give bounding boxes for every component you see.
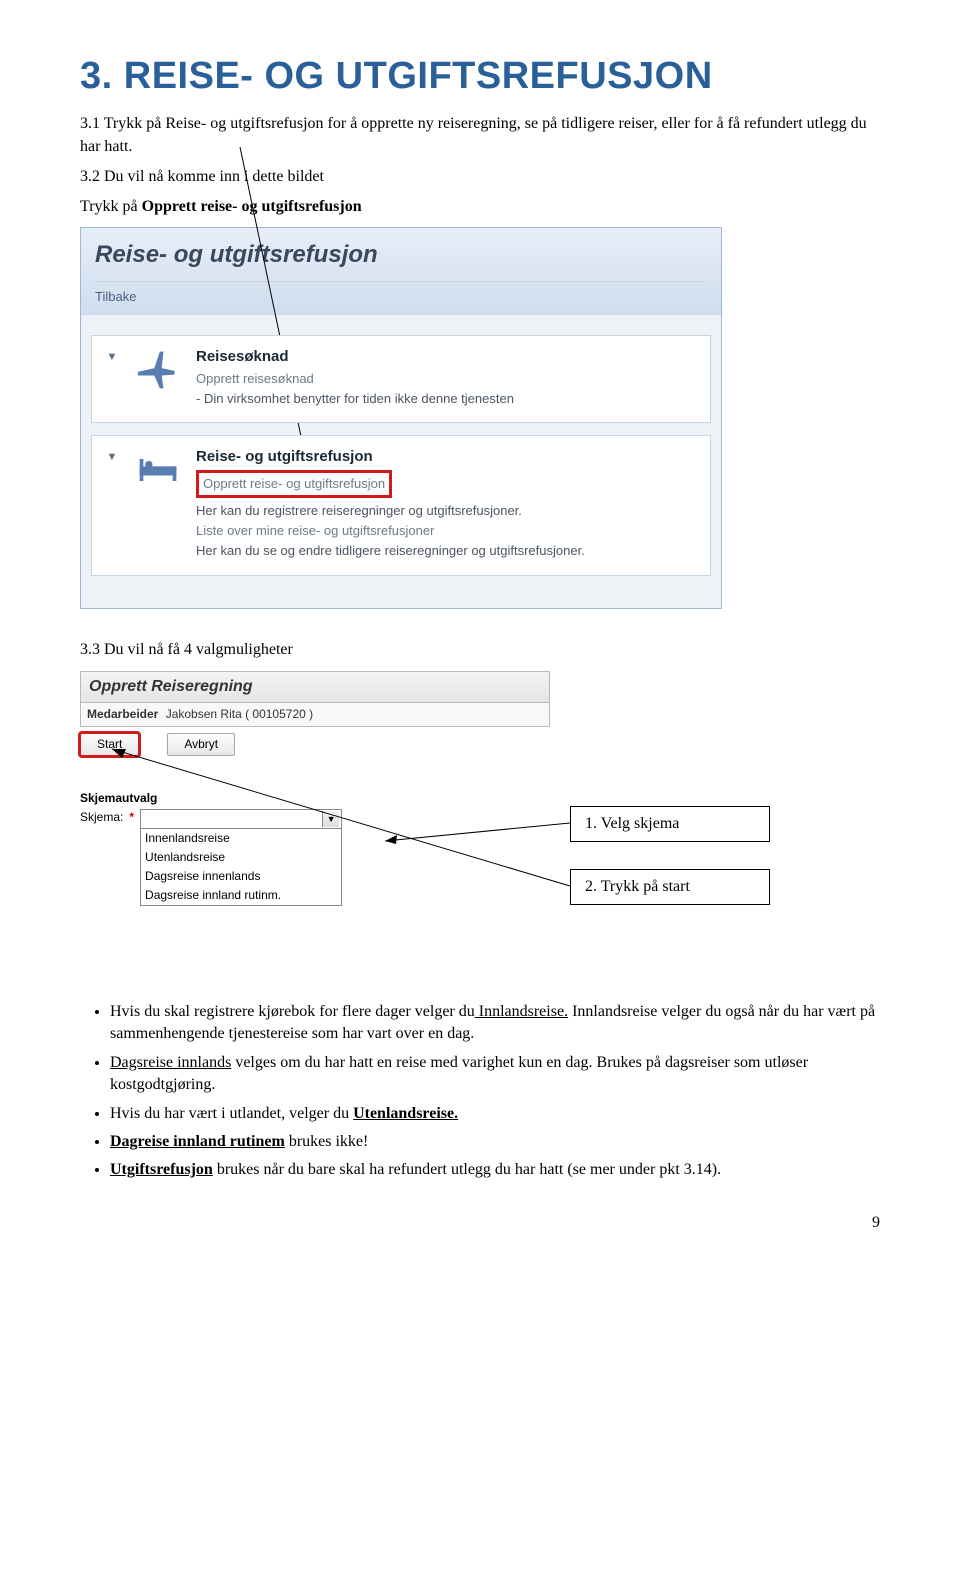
para-3-2-b-pre: Trykk på: [80, 198, 142, 215]
block1-desc: - Din virksomhet benytter for tiden ikke…: [196, 390, 698, 408]
back-link[interactable]: Tilbake: [95, 282, 707, 308]
bullet-2-underline: Dagsreise innlands: [110, 1054, 231, 1071]
dialog-title: Opprett Reiseregning: [80, 671, 550, 703]
step-1-box: 1. Velg skjema: [570, 806, 770, 842]
bullet-1-text-a: Hvis du skal registrere kjørebok for fle…: [110, 1003, 475, 1020]
para-3-2-b: Trykk på Opprett reise- og utgiftsrefusj…: [80, 196, 880, 218]
block-reisesoknad: ▼ Reisesøknad Opprett reisesøknad - Din …: [91, 335, 711, 423]
skjema-option[interactable]: Dagsreise innland rutinm.: [141, 886, 341, 905]
bullet-5-text: brukes når du bare skal ha refundert utl…: [213, 1161, 721, 1178]
bullet-1: Hvis du skal registrere kjørebok for fle…: [110, 1001, 880, 1046]
block1-title: Reisesøknad: [196, 346, 698, 367]
skjema-select[interactable]: ▼ Innenlandsreise Utenlandsreise Dagsrei…: [140, 809, 342, 906]
skjema-option[interactable]: Dagsreise innenlands: [141, 867, 341, 886]
para-3-3: 3.3 Du vil nå få 4 valgmuligheter: [80, 639, 880, 661]
bed-icon: [134, 446, 182, 494]
skjema-option[interactable]: Utenlandsreise: [141, 848, 341, 867]
bullet-list: Hvis du skal registrere kjørebok for fle…: [80, 1001, 880, 1182]
block2-title: Reise- og utgiftsrefusjon: [196, 446, 698, 467]
medarbeider-label: Medarbeider: [87, 707, 158, 721]
page-number: 9: [80, 1212, 880, 1234]
bullet-4: Dagreise innland rutinem brukes ikke!: [110, 1131, 880, 1153]
block2-link1[interactable]: Opprett reise- og utgiftsrefusjon: [203, 475, 385, 493]
block2-link2[interactable]: Liste over mine reise- og utgiftsrefusjo…: [196, 522, 698, 540]
chevron-down-icon[interactable]: ▼: [104, 446, 120, 465]
skjemautvalg-label: Skjemautvalg: [80, 790, 420, 807]
skjema-option[interactable]: Innenlandsreise: [141, 829, 341, 848]
bullet-5-underline: Utgiftsrefusjon: [110, 1161, 213, 1178]
skjema-field-label: Skjema:: [80, 809, 123, 826]
block2-desc1: Her kan du registrere reiseregninger og …: [196, 502, 698, 520]
bullet-3-underline: Utenlandsreise.: [353, 1105, 458, 1122]
step-2-box: 2. Trykk på start: [570, 869, 770, 905]
chevron-down-icon[interactable]: ▼: [322, 811, 339, 828]
screenshot-1: Reise- og utgiftsrefusjon Tilbake ▼ Reis…: [80, 227, 880, 609]
block2-desc2: Her kan du se og endre tidligere reisere…: [196, 542, 698, 560]
screenshot-2: Opprett Reiseregning Medarbeider Jakobse…: [80, 671, 880, 971]
bullet-2: Dagsreise innlands velges om du har hatt…: [110, 1052, 880, 1097]
opprett-bold: Opprett reise- og utgiftsrefusjon: [142, 198, 362, 215]
panel-title: Reise- og utgiftsrefusjon: [95, 238, 707, 272]
block1-link[interactable]: Opprett reisesøknad: [196, 370, 698, 388]
bullet-3-text: Hvis du har vært i utlandet, velger du: [110, 1105, 353, 1122]
bullet-1-underline: Innlandsreise.: [475, 1003, 568, 1020]
section-heading: 3. REISE- OG UTGIFTSREFUSJON: [80, 50, 880, 103]
bullet-3: Hvis du har vært i utlandet, velger du U…: [110, 1103, 880, 1125]
bullet-5: Utgiftsrefusjon brukes når du bare skal …: [110, 1159, 880, 1181]
required-star-icon: *: [129, 809, 134, 826]
highlight-opprett: Opprett reise- og utgiftsrefusjon: [196, 470, 392, 498]
bullet-4-underline: Dagreise innland rutinem: [110, 1133, 285, 1150]
start-button[interactable]: Start: [80, 733, 139, 756]
medarbeider-row: Medarbeider Jakobsen Rita ( 00105720 ): [80, 703, 550, 727]
para-3-1: 3.1 Trykk på Reise- og utgiftsrefusjon f…: [80, 113, 880, 158]
airplane-icon: [134, 346, 182, 394]
block-reise-utgift: ▼ Reise- og utgiftsrefusjon Opprett reis…: [91, 435, 711, 576]
bullet-4-text: brukes ikke!: [285, 1133, 369, 1150]
para-3-2-a: 3.2 Du vil nå komme inn i dette bildet: [80, 166, 880, 188]
medarbeider-value: Jakobsen Rita ( 00105720 ): [166, 707, 313, 721]
chevron-down-icon[interactable]: ▼: [104, 346, 120, 365]
avbryt-button[interactable]: Avbryt: [167, 733, 235, 756]
